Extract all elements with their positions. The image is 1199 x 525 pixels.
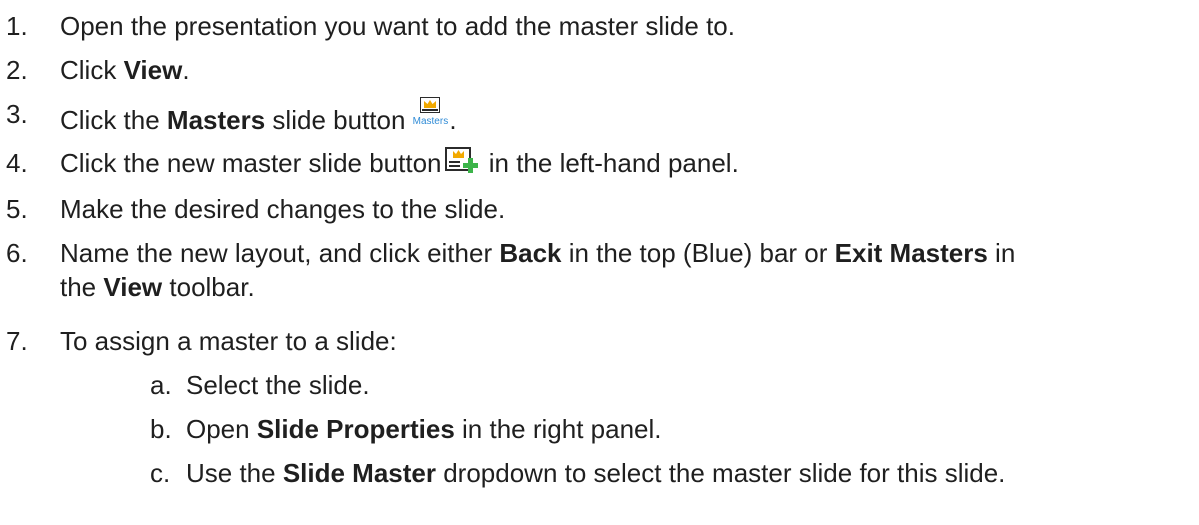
- step-text: Click the Masters slide button Masters.: [60, 97, 1191, 137]
- text-run: in the top (Blue) bar or: [561, 238, 835, 268]
- text-run: Use the: [186, 458, 283, 488]
- text-run: Click the new master slide button: [60, 148, 442, 178]
- step-number: 2.: [6, 55, 28, 85]
- substep-b: b. Open Slide Properties in the right pa…: [150, 412, 1190, 446]
- step-text: To assign a master to a slide:: [60, 326, 397, 356]
- step-number: 6.: [6, 238, 28, 268]
- step-number: 5.: [6, 194, 28, 224]
- text-run: Click the: [60, 105, 167, 135]
- step-number: 4.: [6, 148, 28, 178]
- step-2: 2. Click View.: [6, 53, 1191, 87]
- step-number: 1.: [6, 11, 28, 41]
- ui-term-slide-properties: Slide Properties: [256, 414, 455, 444]
- substep-text: Select the slide.: [186, 370, 370, 400]
- text-run: the: [60, 272, 104, 302]
- substep-text: Use the Slide Master dropdown to select …: [186, 456, 1190, 490]
- step-4: 4. Click the new master slide button in …: [6, 146, 1191, 180]
- masters-slide-button-icon: Masters: [411, 97, 449, 133]
- text-run: in the right panel.: [454, 414, 662, 444]
- crown-icon: [424, 100, 437, 108]
- step-text: Click View.: [60, 53, 1191, 87]
- text-run: toolbar.: [162, 272, 255, 302]
- text-run: in: [987, 238, 1016, 268]
- substep-a: a. Select the slide.: [150, 368, 1190, 402]
- ui-term-masters: Masters: [166, 105, 266, 135]
- text-run: Click: [60, 55, 124, 85]
- step-number: 7.: [6, 326, 28, 356]
- step-text: Click the new master slide button in the…: [60, 146, 1191, 180]
- text-run: .: [182, 55, 190, 85]
- substep-c: c. Use the Slide Master dropdown to sele…: [150, 456, 1190, 490]
- step-text: Name the new layout, and click either Ba…: [60, 236, 1191, 304]
- step-5: 5. Make the desired changes to the slide…: [6, 192, 1191, 226]
- instructions-document: 1. Open the presentation you want to add…: [0, 0, 1199, 525]
- text-run: dropdown to select the master slide for …: [436, 458, 1006, 488]
- step-text: Open the presentation you want to add th…: [60, 11, 735, 41]
- new-master-slide-icon: [444, 146, 480, 174]
- step-6: 6. Name the new layout, and click either…: [6, 236, 1191, 304]
- text-run: in the left-hand panel.: [481, 148, 739, 178]
- text-run: Open: [186, 414, 257, 444]
- text-run: .: [449, 105, 457, 135]
- step-text: Make the desired changes to the slide.: [60, 194, 506, 224]
- substep-text: Open Slide Properties in the right panel…: [186, 412, 1190, 446]
- masters-icon-label: Masters: [412, 116, 449, 127]
- text-run: Name the new layout, and click either: [60, 238, 500, 268]
- step-3: 3. Click the Masters slide button Masters…: [6, 97, 1191, 137]
- substep-letter: c.: [150, 458, 171, 488]
- text-run: slide button: [265, 105, 406, 135]
- ui-term-back: Back: [499, 238, 562, 268]
- ui-term-view: View: [103, 272, 163, 302]
- step-7: 7. To assign a master to a slide:: [6, 324, 1191, 358]
- step-number: 3.: [6, 99, 28, 129]
- substep-letter: b.: [150, 414, 172, 444]
- ui-term-slide-master: Slide Master: [282, 458, 436, 488]
- step-1: 1. Open the presentation you want to add…: [6, 9, 1191, 43]
- ui-term-view: View: [123, 55, 183, 85]
- ui-term-exit-masters: Exit Masters: [834, 238, 988, 268]
- substep-letter: a.: [150, 370, 172, 400]
